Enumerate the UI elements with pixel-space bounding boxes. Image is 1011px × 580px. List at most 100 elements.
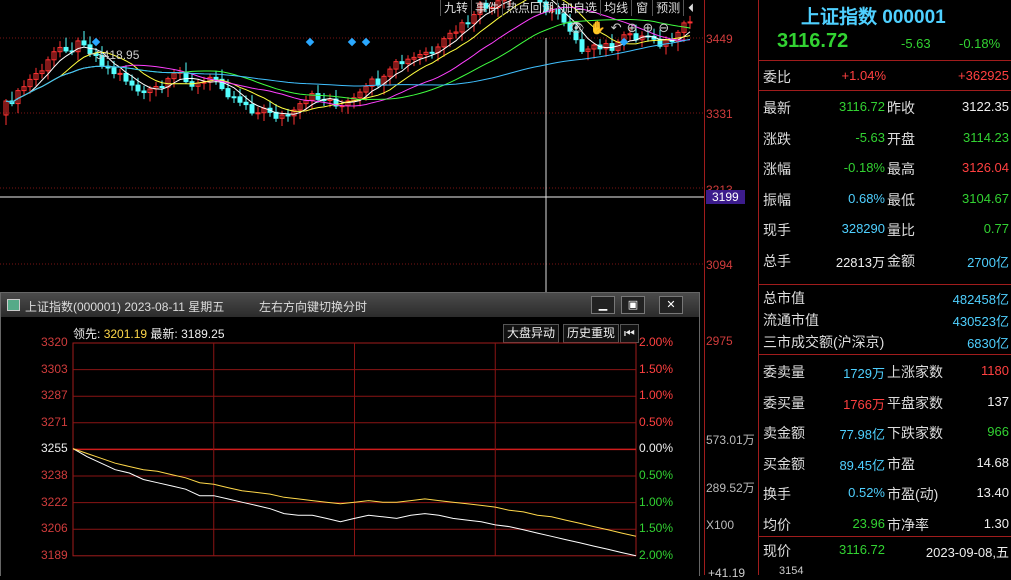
candle-body xyxy=(129,80,135,86)
quote-row: 委买量 1766万 平盘家数 137 xyxy=(759,387,1011,417)
stock-title: 上证指数 000001 xyxy=(801,7,946,28)
candle-body xyxy=(87,44,93,55)
quote-row: 卖金额 77.98亿 下跌家数 966 xyxy=(759,417,1011,447)
field-label: 买金额 xyxy=(763,455,805,472)
toolbar-item[interactable]: 均线 xyxy=(600,0,631,16)
field-label: 最新 xyxy=(763,100,791,116)
field-value: 1.30 xyxy=(983,515,1009,531)
toolbar-item[interactable]: 热点回溯 xyxy=(502,0,557,16)
bottom-label: +41.19 xyxy=(708,566,746,580)
bottom-value: 3154 xyxy=(779,565,804,577)
field-value: 3126.04 xyxy=(962,160,1009,175)
candle-body xyxy=(243,101,249,106)
kline-chart[interactable] xyxy=(0,0,705,292)
undo-icon[interactable]: ↶ xyxy=(611,20,627,35)
chart-toolbar: 九转 事件 热点回溯 加自选 均线窗预测 ⏴ xyxy=(440,0,698,16)
eye-icon[interactable]: 👁 xyxy=(568,20,590,35)
quote-row: 最新 3116.72 昨收 3122.35 xyxy=(759,92,1011,122)
price-tick-label: 3094 xyxy=(706,258,733,272)
field-label: 总手 xyxy=(763,252,791,269)
lock-icon[interactable]: ⊕ xyxy=(627,20,643,35)
field-label: 市净率 xyxy=(887,516,929,533)
field-value: 0.52% xyxy=(848,485,885,500)
candle-body xyxy=(183,71,189,83)
toolbar-item[interactable]: 窗 xyxy=(631,0,652,16)
price-change: -5.63 xyxy=(901,36,931,51)
field-value: 0.68% xyxy=(848,190,885,206)
intraday-chart[interactable] xyxy=(1,293,699,576)
candle-body xyxy=(237,96,243,103)
quote-row: 涨幅 -0.18% 最高 3126.04 xyxy=(759,153,1011,183)
toolbar-item[interactable]: 九转 xyxy=(440,0,471,16)
right-axis-label: 2.00% xyxy=(639,335,674,349)
field-value: 6830亿 xyxy=(967,336,1009,351)
toolbar-item[interactable]: 加自选 xyxy=(557,0,600,16)
field-value: 1180 xyxy=(981,363,1009,378)
volume-tick-label: X100 xyxy=(706,518,735,532)
field-label: 最低 xyxy=(887,191,915,208)
quote-row: 委卖量 1729万 上涨家数 1180 xyxy=(759,356,1011,386)
separator xyxy=(759,284,1011,285)
price-tick-label: 2975 xyxy=(706,334,733,348)
right-axis-label: 1.50% xyxy=(639,361,674,376)
toolbar-item[interactable]: 事件 xyxy=(471,0,502,16)
left-axis-label: 3255 xyxy=(41,441,68,456)
field-value: 14.68 xyxy=(976,454,1009,470)
candle-body xyxy=(213,76,219,80)
back-icon[interactable]: ⏴ xyxy=(683,0,698,16)
field-label: 振幅 xyxy=(763,191,791,208)
current-price: 3116.72 xyxy=(777,30,849,52)
market-cap-row: 流通市值 430523亿 xyxy=(759,308,1011,330)
right-axis-label: 0.50% xyxy=(639,414,674,429)
toolbar-item[interactable]: 预测 xyxy=(652,0,683,16)
candle-body xyxy=(141,90,147,94)
candle-body xyxy=(579,39,585,52)
candle-body xyxy=(255,112,261,115)
now-row: 现价 3116.72 2023-09-08,五 xyxy=(763,542,1009,560)
left-axis-label: 3238 xyxy=(41,468,68,482)
left-axis-label: 3271 xyxy=(41,414,68,429)
quote-row: 涨跌 -5.63 开盘 3114.23 xyxy=(759,123,1011,153)
webi-row: 委比 +1.04% +362925 xyxy=(763,68,1009,85)
volume-tick-label: 289.52万 xyxy=(706,481,755,495)
separator xyxy=(759,354,1011,355)
price-line: 3116.72 -5.63 -0.18% xyxy=(759,30,1011,58)
candle-body xyxy=(465,22,471,25)
zoom-in-icon[interactable]: ⊕ xyxy=(643,20,659,35)
field-value: 3104.67 xyxy=(962,190,1009,206)
left-axis-label: 3222 xyxy=(41,494,68,509)
quote-panel: 上证指数 000001 3116.72 -5.63 -0.18% 委比 +1.0… xyxy=(758,0,1011,577)
candle-body xyxy=(429,51,435,54)
left-axis-label: 3303 xyxy=(41,361,68,376)
separator xyxy=(759,90,1011,91)
field-value: 328290 xyxy=(841,221,885,236)
field-label: 涨跌 xyxy=(763,130,791,147)
zoom-out-icon[interactable]: ⊖ xyxy=(658,20,674,35)
hand-icon[interactable]: ✋ xyxy=(590,20,611,35)
field-value: 430523亿 xyxy=(952,314,1009,329)
candle-body xyxy=(81,40,87,46)
price-tick-label: 3331 xyxy=(706,107,733,121)
field-value: 13.40 xyxy=(976,485,1009,500)
intraday-popup[interactable]: 上证指数(000001) 2023-08-11 星期五 左右方向键切换分时 ▁ … xyxy=(0,292,700,576)
price-pct: -0.18% xyxy=(959,36,1001,51)
left-axis-label: 3287 xyxy=(41,388,68,403)
left-axis-label: 3320 xyxy=(41,335,68,349)
volume-tick-label: 573.01万 xyxy=(706,433,755,447)
chart-icons: 👁✋↶⊕⊕⊖ xyxy=(568,20,674,36)
right-axis-label: 1.50% xyxy=(639,521,674,536)
field-label: 市盈 xyxy=(887,455,915,472)
quote-row: 振幅 0.68% 最低 3104.67 xyxy=(759,184,1011,214)
event-marker xyxy=(361,37,371,47)
field-value: 482458亿 xyxy=(952,292,1009,307)
right-axis-label: 2.00% xyxy=(639,547,674,562)
field-value: 23.96 xyxy=(852,515,885,531)
field-label: 换手 xyxy=(763,486,791,502)
left-axis-label: 3206 xyxy=(41,521,68,536)
candle-body xyxy=(315,93,321,100)
field-label: 委买量 xyxy=(763,394,805,411)
right-axis-label: 0.50% xyxy=(639,468,674,482)
field-label: 昨收 xyxy=(887,100,915,116)
axis-divider xyxy=(704,0,705,575)
field-value: 1729万 xyxy=(843,366,885,381)
